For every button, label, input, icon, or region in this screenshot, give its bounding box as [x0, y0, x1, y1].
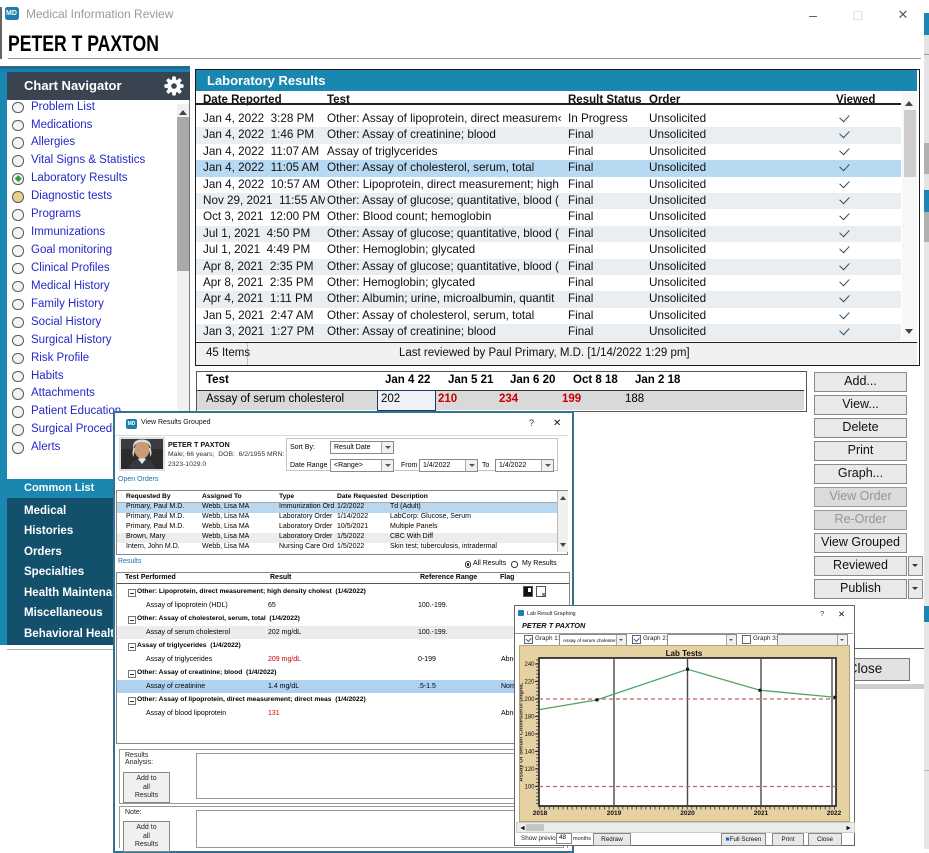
svg-text:2022: 2022 — [827, 810, 842, 817]
svg-text:200: 200 — [524, 697, 535, 703]
svg-text:2020: 2020 — [680, 810, 695, 817]
svg-text:2021: 2021 — [754, 810, 769, 817]
svg-text:160: 160 — [524, 732, 535, 738]
svg-text:120: 120 — [524, 767, 535, 773]
svg-text:2019: 2019 — [607, 810, 622, 817]
svg-text:180: 180 — [524, 715, 535, 721]
svg-text:100: 100 — [524, 785, 535, 791]
svg-text:220: 220 — [524, 680, 535, 686]
svg-text:2018: 2018 — [533, 810, 548, 817]
svg-text:140: 140 — [524, 750, 535, 756]
svg-text:Lab Tests: Lab Tests — [666, 649, 703, 658]
svg-text:240: 240 — [524, 662, 535, 668]
